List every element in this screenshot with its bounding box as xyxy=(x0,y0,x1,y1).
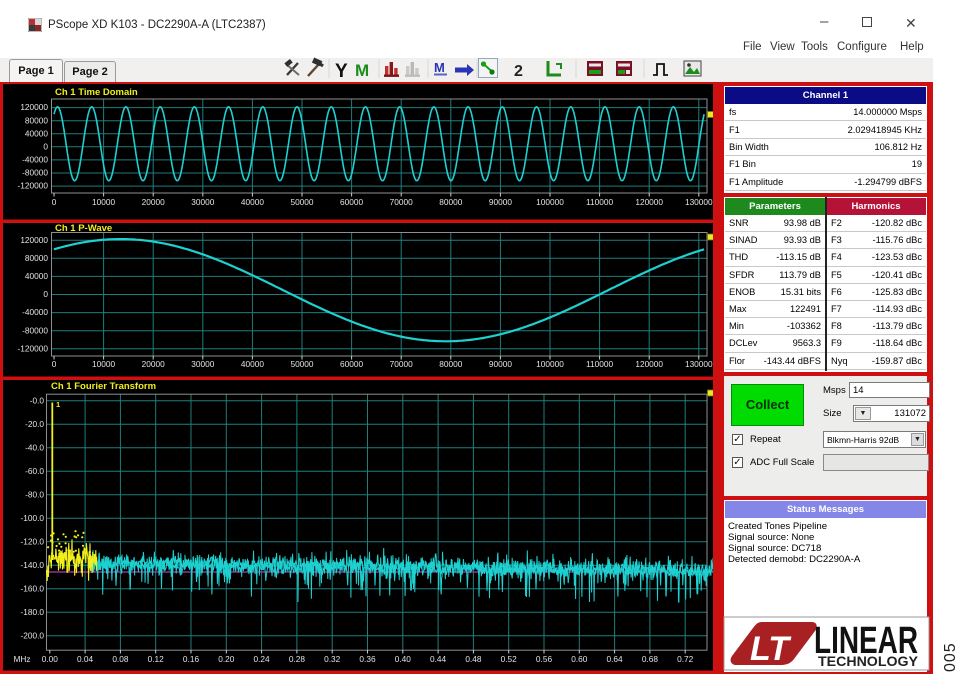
svg-text:70000: 70000 xyxy=(390,359,413,369)
svg-text:0.04: 0.04 xyxy=(77,654,94,664)
svg-text:Ch 1 Time Domain: Ch 1 Time Domain xyxy=(55,87,138,98)
svg-text:50000: 50000 xyxy=(290,197,313,207)
svg-text:0: 0 xyxy=(43,141,48,151)
svg-text:-200.0: -200.0 xyxy=(20,630,44,640)
svg-text:120000: 120000 xyxy=(20,102,48,112)
svg-text:40000: 40000 xyxy=(25,128,48,138)
svg-text:-100.0: -100.0 xyxy=(20,513,44,523)
svg-text:0.32: 0.32 xyxy=(324,654,341,664)
svg-text:120000: 120000 xyxy=(635,197,663,207)
svg-text:0.28: 0.28 xyxy=(289,654,306,664)
svg-text:-140.0: -140.0 xyxy=(20,560,44,570)
svg-text:60000: 60000 xyxy=(340,359,363,369)
svg-text:70000: 70000 xyxy=(390,197,413,207)
svg-text:-80000: -80000 xyxy=(22,325,48,335)
svg-text:0: 0 xyxy=(52,197,57,207)
svg-text:20000: 20000 xyxy=(142,359,165,369)
svg-text:0.52: 0.52 xyxy=(501,654,518,664)
svg-text:0: 0 xyxy=(43,289,48,299)
svg-text:0.40: 0.40 xyxy=(395,654,412,664)
svg-text:20000: 20000 xyxy=(142,197,165,207)
svg-text:80000: 80000 xyxy=(25,115,48,125)
svg-text:90000: 90000 xyxy=(489,359,512,369)
svg-text:-80000: -80000 xyxy=(22,168,48,178)
svg-text:0.16: 0.16 xyxy=(183,654,200,664)
svg-text:0.48: 0.48 xyxy=(465,654,482,664)
svg-text:0.72: 0.72 xyxy=(677,654,694,664)
svg-text:-40000: -40000 xyxy=(22,155,48,165)
svg-text:-120.0: -120.0 xyxy=(20,536,44,546)
svg-text:80000: 80000 xyxy=(439,197,462,207)
svg-text:-160.0: -160.0 xyxy=(20,583,44,593)
svg-text:Ch 1 Fourier Transform: Ch 1 Fourier Transform xyxy=(51,381,156,392)
svg-text:80000: 80000 xyxy=(439,359,462,369)
svg-text:-0.0: -0.0 xyxy=(30,395,45,405)
svg-text:0.68: 0.68 xyxy=(642,654,659,664)
svg-text:0.24: 0.24 xyxy=(254,654,271,664)
svg-text:60000: 60000 xyxy=(340,197,363,207)
svg-text:120000: 120000 xyxy=(635,359,663,369)
svg-text:30000: 30000 xyxy=(191,359,214,369)
svg-text:0.56: 0.56 xyxy=(536,654,553,664)
svg-text:-60.0: -60.0 xyxy=(25,466,44,476)
svg-text:MHz: MHz xyxy=(13,654,30,664)
svg-text:0: 0 xyxy=(52,359,57,369)
svg-text:130000: 130000 xyxy=(685,359,713,369)
svg-text:50000: 50000 xyxy=(290,359,313,369)
svg-text:0.60: 0.60 xyxy=(571,654,588,664)
svg-text:-20.0: -20.0 xyxy=(25,419,44,429)
svg-text:0.44: 0.44 xyxy=(430,654,447,664)
svg-text:130000: 130000 xyxy=(685,197,713,207)
svg-text:-120000: -120000 xyxy=(18,343,49,353)
svg-text:-40000: -40000 xyxy=(22,307,48,317)
svg-text:10000: 10000 xyxy=(92,359,115,369)
svg-text:0.20: 0.20 xyxy=(218,654,235,664)
svg-text:110000: 110000 xyxy=(586,359,613,369)
svg-text:40000: 40000 xyxy=(241,197,264,207)
svg-text:100000: 100000 xyxy=(536,197,564,207)
svg-text:0.64: 0.64 xyxy=(607,654,624,664)
svg-text:120000: 120000 xyxy=(20,235,48,245)
svg-text:0.12: 0.12 xyxy=(148,654,165,664)
svg-text:80000: 80000 xyxy=(25,253,48,263)
svg-text:-80.0: -80.0 xyxy=(25,489,44,499)
svg-text:100000: 100000 xyxy=(536,359,564,369)
svg-text:-180.0: -180.0 xyxy=(20,607,44,617)
svg-text:40000: 40000 xyxy=(25,271,48,281)
svg-text:TECHNOLOGY: TECHNOLOGY xyxy=(818,654,918,669)
svg-text:40000: 40000 xyxy=(241,359,264,369)
svg-text:0.36: 0.36 xyxy=(359,654,376,664)
svg-text:110000: 110000 xyxy=(586,197,613,207)
svg-text:-120000: -120000 xyxy=(18,181,49,191)
svg-text:-40.0: -40.0 xyxy=(25,442,44,452)
svg-text:30000: 30000 xyxy=(191,197,214,207)
svg-text:0.08: 0.08 xyxy=(112,654,129,664)
svg-text:0.00: 0.00 xyxy=(42,654,59,664)
svg-text:10000: 10000 xyxy=(92,197,115,207)
svg-text:LT: LT xyxy=(750,630,792,668)
svg-text:90000: 90000 xyxy=(489,197,512,207)
svg-text:1: 1 xyxy=(56,400,60,409)
